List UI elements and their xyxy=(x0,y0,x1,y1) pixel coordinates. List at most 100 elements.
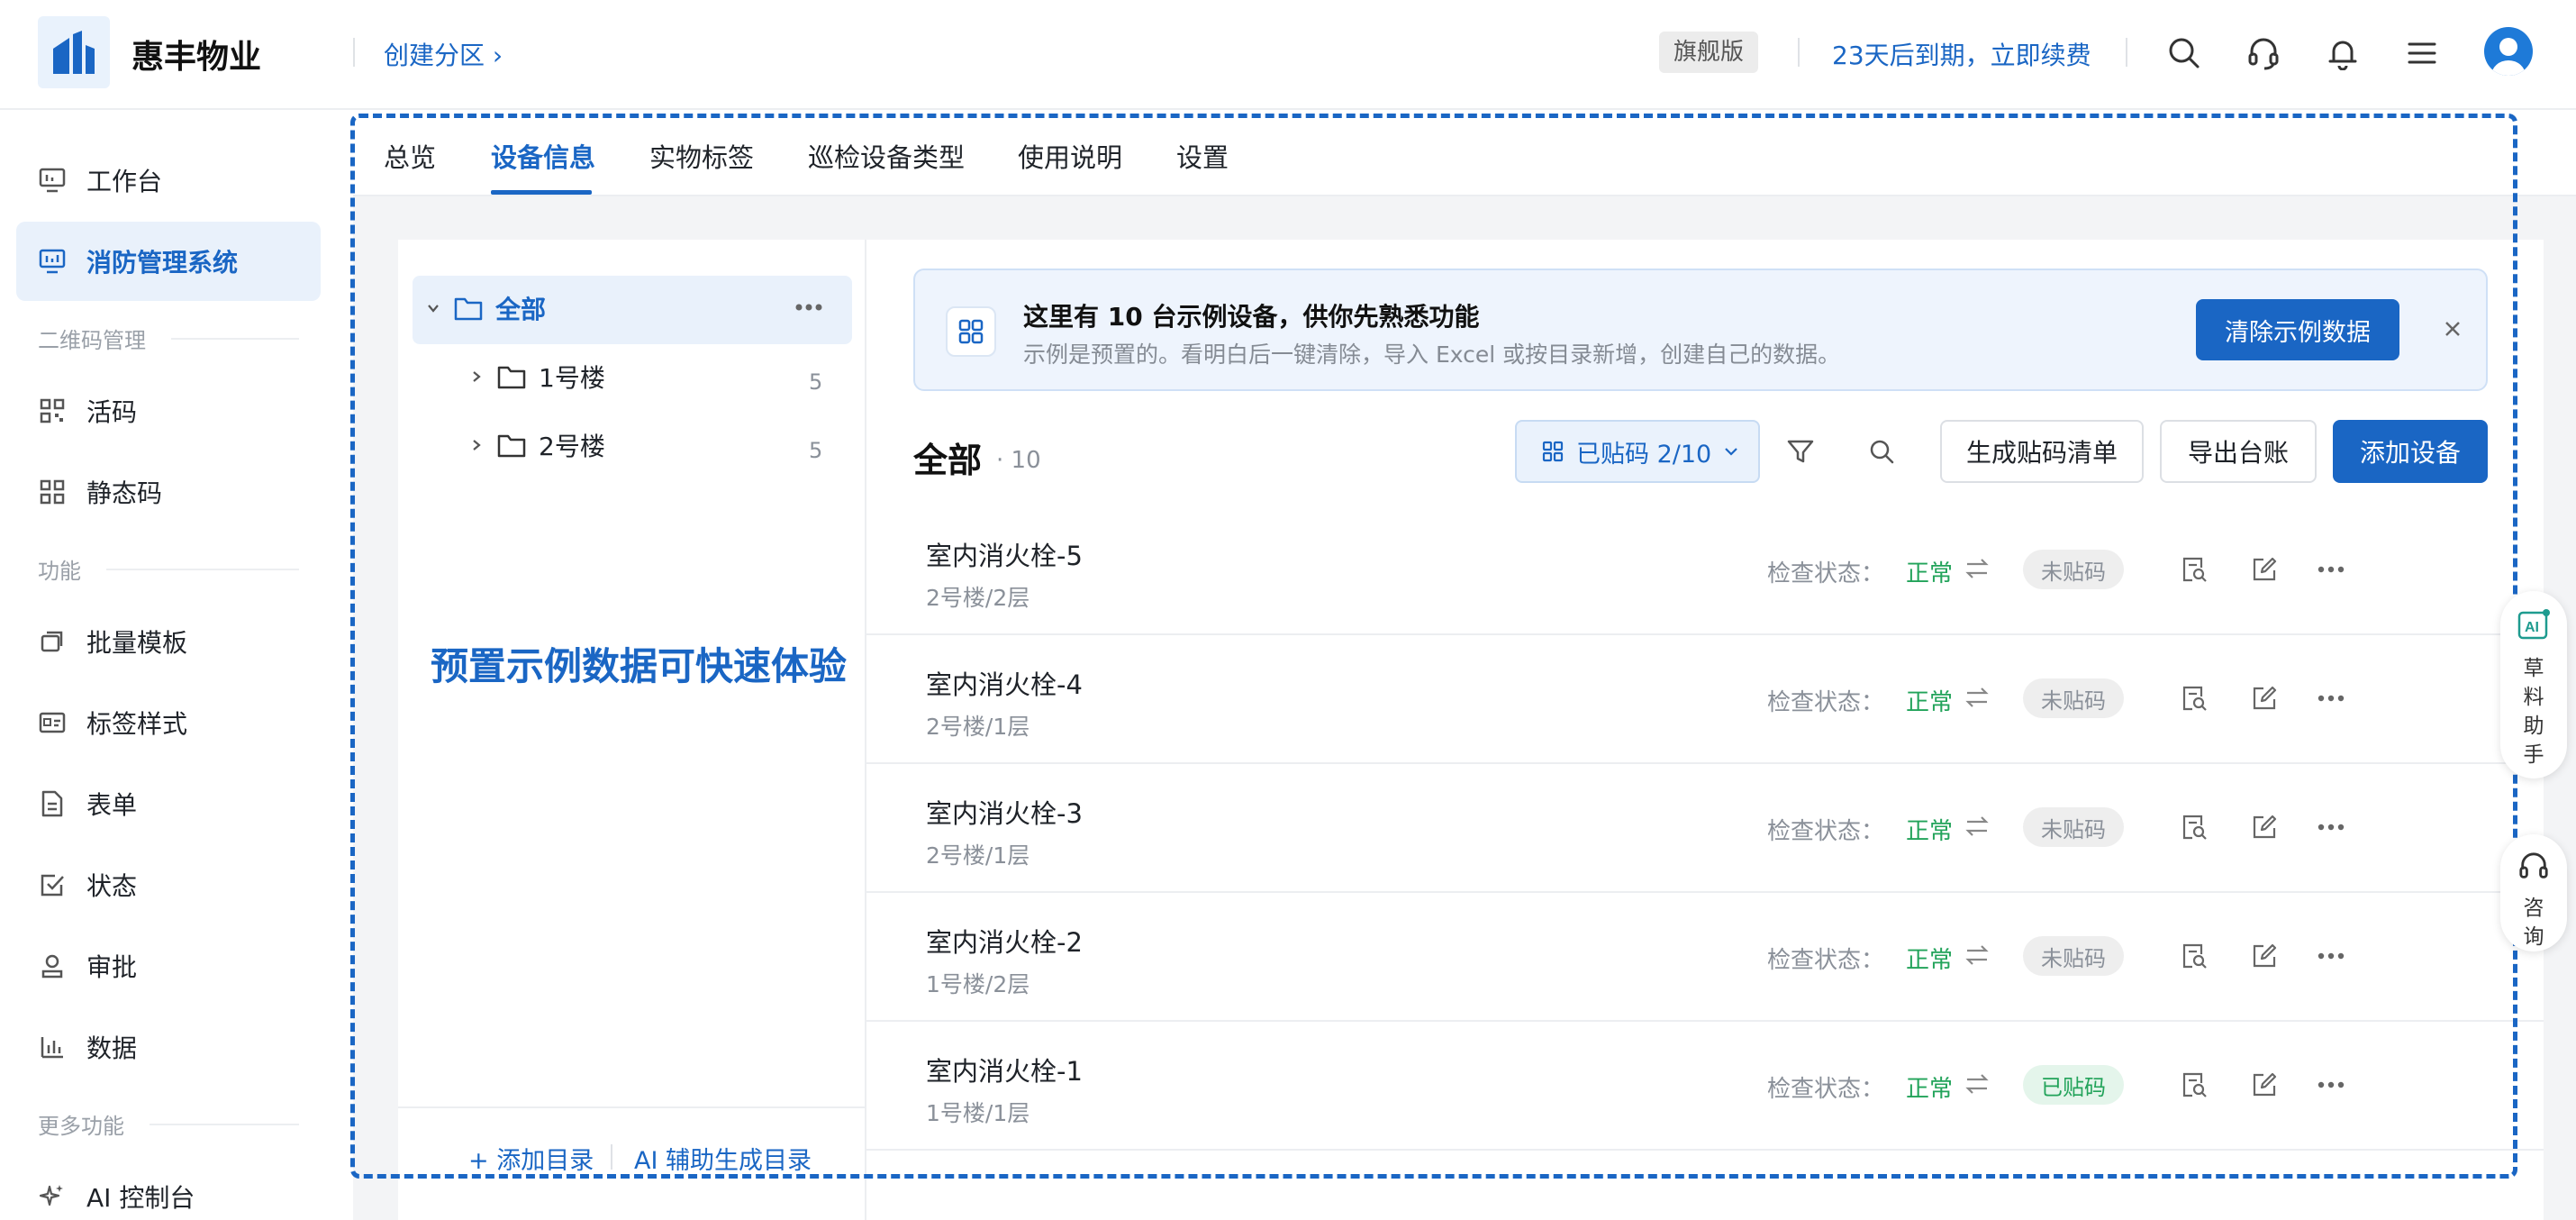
search-icon[interactable] xyxy=(2165,34,2203,72)
folder-icon xyxy=(497,432,526,458)
swap-icon[interactable] xyxy=(1964,1070,1994,1097)
folder-icon xyxy=(497,364,526,389)
swap-icon[interactable] xyxy=(1964,813,1994,840)
tab-device-info[interactable]: 设备信息 xyxy=(491,137,595,175)
ai-assistant-floating-button[interactable]: AI 草料助手 xyxy=(2500,591,2567,778)
chevron-right-icon[interactable] xyxy=(468,369,485,385)
chevron-down-icon xyxy=(1722,442,1740,460)
document-icon xyxy=(38,789,67,818)
view-record-icon[interactable] xyxy=(2178,553,2210,586)
device-row[interactable]: 室内消火栓-4 2号楼/1层 检查状态： 正常 未贴码 xyxy=(866,635,2544,764)
sidebar-item-label: 批量模板 xyxy=(86,628,188,658)
more-icon[interactable] xyxy=(2315,553,2347,586)
sidebar-item-approval[interactable]: 审批 xyxy=(16,926,321,1006)
device-list: 室内消火栓-5 2号楼/2层 检查状态： 正常 未贴码 室内消火栓-4 2号楼/… xyxy=(866,506,2544,1151)
sidebar-item-label: 状态 xyxy=(86,871,138,901)
filter-label: 已贴码 2/10 xyxy=(1576,440,1712,469)
device-row[interactable]: 室内消火栓-2 1号楼/2层 检查状态： 正常 未贴码 xyxy=(866,893,2544,1022)
view-record-icon[interactable] xyxy=(2178,940,2210,972)
view-record-icon[interactable] xyxy=(2178,811,2210,843)
more-icon[interactable] xyxy=(2315,682,2347,715)
renew-link[interactable]: 23天后到期，立即续费 xyxy=(1832,36,2091,72)
headset-icon[interactable] xyxy=(2245,34,2282,72)
brand-name: 惠丰物业 xyxy=(132,39,262,76)
sparkle-icon xyxy=(38,1182,67,1211)
view-record-icon[interactable] xyxy=(2178,1069,2210,1101)
more-icon[interactable] xyxy=(794,303,823,312)
view-record-icon[interactable] xyxy=(2178,682,2210,715)
add-device-button[interactable]: 添加设备 xyxy=(2333,420,2488,483)
device-name[interactable]: 室内消火栓-4 xyxy=(926,664,1083,702)
more-icon[interactable] xyxy=(2315,811,2347,843)
device-name[interactable]: 室内消火栓-3 xyxy=(926,793,1083,831)
chevron-down-icon[interactable] xyxy=(425,300,441,316)
search-icon[interactable] xyxy=(1863,432,1900,470)
sidebar-item-ai-console[interactable]: AI 控制台 xyxy=(16,1157,321,1220)
sidebar-item-data[interactable]: 数据 xyxy=(16,1007,321,1087)
swap-icon[interactable] xyxy=(1964,555,1994,582)
more-icon[interactable] xyxy=(2315,1069,2347,1101)
tab-inspection-type[interactable]: 巡检设备类型 xyxy=(808,137,965,175)
labeled-filter-dropdown[interactable]: 已贴码 2/10 xyxy=(1515,420,1760,483)
device-location: 2号楼/1层 xyxy=(926,842,1030,869)
clear-sample-data-button[interactable]: 清除示例数据 xyxy=(2196,299,2399,360)
swap-icon[interactable] xyxy=(1964,684,1994,711)
sidebar-item-batch-template[interactable]: 批量模板 xyxy=(16,602,321,681)
user-avatar[interactable] xyxy=(2484,27,2533,76)
generate-label-list-button[interactable]: 生成贴码清单 xyxy=(1940,420,2144,483)
bell-icon[interactable] xyxy=(2324,34,2362,72)
menu-icon[interactable] xyxy=(2403,34,2441,72)
tree-node-label: 1号楼 xyxy=(539,363,605,393)
tree-node-building-2[interactable]: 2号楼 xyxy=(468,427,605,463)
tree-node-building-1[interactable]: 1号楼 xyxy=(468,359,605,395)
edit-icon[interactable] xyxy=(2248,1069,2281,1101)
create-section-link[interactable]: 创建分区 › xyxy=(384,36,503,72)
consult-floating-button[interactable]: 咨询 xyxy=(2500,834,2567,951)
user-stamp-icon xyxy=(38,951,67,980)
swap-icon[interactable] xyxy=(1964,942,1994,969)
more-icon[interactable] xyxy=(2315,940,2347,972)
sidebar-item-label: 表单 xyxy=(86,790,138,820)
sidebar-item-form[interactable]: 表单 xyxy=(16,764,321,843)
tab-physical-label[interactable]: 实物标签 xyxy=(649,137,754,175)
filter-icon[interactable] xyxy=(1782,432,1819,470)
header-divider xyxy=(353,38,355,67)
add-directory-link[interactable]: + 添加目录 xyxy=(468,1141,594,1176)
close-icon[interactable] xyxy=(2437,314,2468,344)
sidebar-item-label-style[interactable]: 标签样式 xyxy=(16,683,321,762)
headset-icon xyxy=(2517,851,2550,883)
device-row[interactable]: 室内消火栓-1 1号楼/1层 检查状态： 正常 已贴码 xyxy=(866,1022,2544,1151)
device-location: 2号楼/1层 xyxy=(926,714,1030,740)
tree-root-node[interactable]: 全部 xyxy=(425,290,546,326)
device-row[interactable]: 室内消火栓-5 2号楼/2层 检查状态： 正常 未贴码 xyxy=(866,506,2544,635)
ai-generate-directory-link[interactable]: AI 辅助生成目录 xyxy=(634,1141,812,1176)
device-row[interactable]: 室内消火栓-3 2号楼/1层 检查状态： 正常 未贴码 xyxy=(866,764,2544,893)
edit-icon[interactable] xyxy=(2248,553,2281,586)
main-content: 总览 设备信息 实物标签 巡检设备类型 使用说明 设置 全部 1号楼 5 2号楼… xyxy=(353,110,2576,1220)
sidebar-item-static-code[interactable]: 静态码 xyxy=(16,452,321,532)
sidebar-item-fire-system[interactable]: 消防管理系统 xyxy=(16,222,321,301)
edit-icon[interactable] xyxy=(2248,940,2281,972)
tab-overview[interactable]: 总览 xyxy=(384,137,436,175)
grid-icon xyxy=(946,306,996,357)
inspection-status-value: 正常 xyxy=(1906,947,1954,974)
edit-icon[interactable] xyxy=(2248,682,2281,715)
ai-assistant-label: 草料助手 xyxy=(2523,657,2544,767)
brand-logo[interactable] xyxy=(38,16,110,88)
tab-settings[interactable]: 设置 xyxy=(1176,137,1229,175)
sidebar-item-status[interactable]: 状态 xyxy=(16,845,321,924)
sidebar-item-label: AI 控制台 xyxy=(86,1183,195,1213)
qr-code-icon xyxy=(38,478,67,506)
sidebar-item-live-code[interactable]: 活码 xyxy=(16,371,321,451)
inspection-status-value: 正常 xyxy=(1906,689,1954,716)
edit-icon[interactable] xyxy=(2248,811,2281,843)
chevron-right-icon[interactable] xyxy=(468,437,485,453)
label-status-badge: 未贴码 xyxy=(2023,550,2124,589)
tab-usage-guide[interactable]: 使用说明 xyxy=(1018,137,1122,175)
device-name[interactable]: 室内消火栓-2 xyxy=(926,922,1083,960)
export-ledger-button[interactable]: 导出台账 xyxy=(2160,420,2317,483)
footer-divider xyxy=(611,1144,612,1170)
device-name[interactable]: 室内消火栓-1 xyxy=(926,1051,1083,1088)
device-name[interactable]: 室内消火栓-5 xyxy=(926,535,1083,573)
sidebar-item-workbench[interactable]: 工作台 xyxy=(16,141,321,220)
